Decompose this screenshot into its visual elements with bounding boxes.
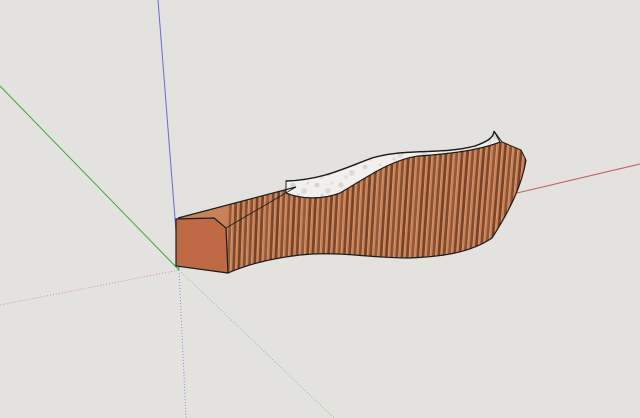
- 3d-scene[interactable]: [0, 0, 640, 418]
- sketchup-viewport[interactable]: [0, 0, 640, 418]
- bench-end-face[interactable]: [175, 217, 229, 274]
